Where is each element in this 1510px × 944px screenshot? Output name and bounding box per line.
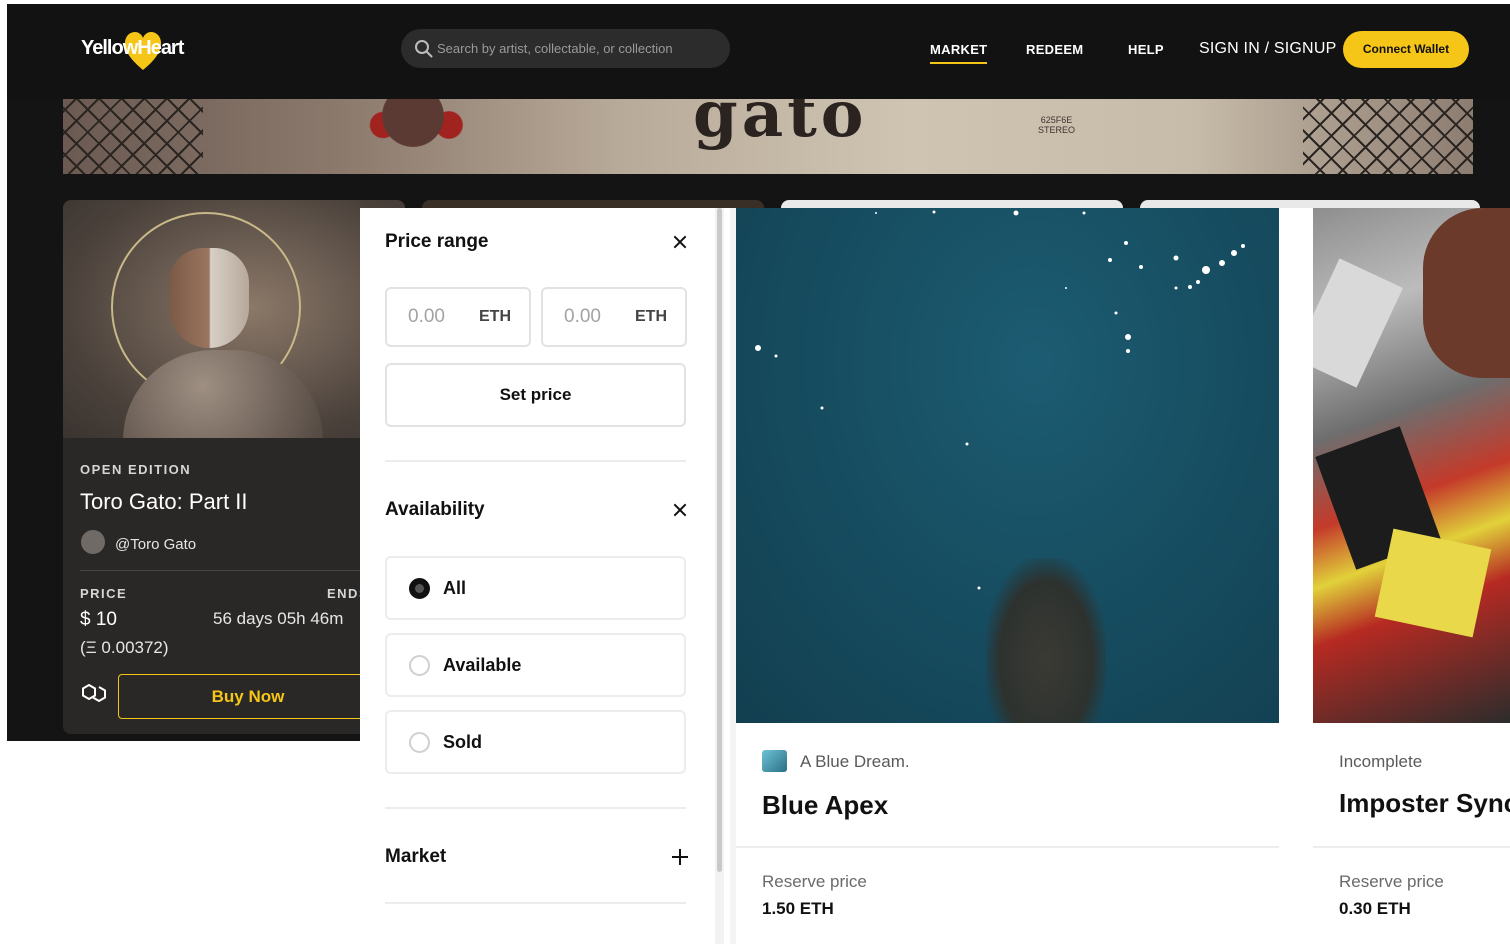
- nft-card-imposter-sync[interactable]: Incomplete Imposter Sync Reserve price 0…: [1313, 208, 1510, 944]
- search-icon: [415, 40, 433, 58]
- price-range-title: Price range: [385, 231, 489, 252]
- price-eth: (Ξ 0.00372): [80, 638, 169, 657]
- collage-shape: [1313, 258, 1403, 388]
- submerged-rock: [986, 558, 1106, 723]
- banner-label: 625F6E STEREO: [1038, 115, 1075, 135]
- sign-in-link[interactable]: SIGN IN / SIGNUP: [1199, 40, 1336, 58]
- artist-name[interactable]: @Toro Gato: [115, 536, 196, 553]
- min-price-value: 0.00: [408, 306, 445, 327]
- nft-title[interactable]: Toro Gato: Part II: [80, 489, 248, 515]
- artist-avatar[interactable]: [81, 530, 105, 554]
- banner-label-line2: STEREO: [1038, 125, 1076, 135]
- filter-scrollbar[interactable]: [715, 208, 724, 944]
- divider: [80, 570, 390, 571]
- option-label: Sold: [443, 732, 482, 752]
- banner-label-line1: 625F6E: [1040, 115, 1073, 125]
- edition-label: OPEN EDITION: [80, 462, 192, 477]
- close-icon[interactable]: [673, 235, 687, 249]
- availability-option-all[interactable]: All: [385, 556, 686, 620]
- market-title[interactable]: Market: [385, 846, 446, 868]
- availability-title: Availability: [385, 499, 485, 520]
- nft-title[interactable]: Imposter Sync: [1339, 788, 1510, 819]
- reserve-price-label: Reserve price: [1339, 872, 1444, 891]
- radio-selected-icon[interactable]: [409, 578, 430, 599]
- artwork-portrait: [169, 248, 249, 348]
- reserve-price-value: 1.50 ETH: [762, 899, 834, 918]
- logo-text: YellowHeart: [81, 37, 184, 59]
- filter-panel: Price range 0.00 ETH 0.00 ETH Set price …: [360, 208, 710, 944]
- card-divider: [736, 846, 1279, 848]
- max-price-unit: ETH: [635, 308, 667, 325]
- top-navigation-bar: YellowHeart Search by artist, collectabl…: [7, 4, 1510, 99]
- fence-pattern-left: [63, 99, 203, 174]
- banner-title: gato: [693, 99, 868, 152]
- nft-title[interactable]: Blue Apex: [762, 790, 888, 821]
- buy-now-button[interactable]: Buy Now: [118, 674, 378, 719]
- time-remaining: 56 days 05h 46m: [213, 609, 344, 628]
- price-value: $ 10: [80, 609, 117, 630]
- option-label: Available: [443, 655, 522, 675]
- polygon-icon: [82, 683, 106, 703]
- nav-help[interactable]: HELP: [1128, 42, 1164, 57]
- collection-banner[interactable]: gato 625F6E STEREO: [63, 99, 1473, 174]
- section-divider: [385, 460, 686, 462]
- section-divider: [385, 807, 686, 809]
- nav-market[interactable]: MARKET: [930, 42, 988, 64]
- filter-overlay: Price range 0.00 ETH 0.00 ETH Set price …: [360, 208, 1510, 944]
- nft-card-blue-apex[interactable]: A Blue Dream. Blue Apex Reserve price 1.…: [736, 208, 1279, 944]
- search-input[interactable]: Search by artist, collectable, or collec…: [401, 29, 730, 68]
- fence-pattern-right: [1303, 99, 1473, 174]
- availability-option-sold[interactable]: Sold: [385, 710, 686, 774]
- expand-plus-icon[interactable]: [672, 849, 688, 865]
- collage-shape: [1423, 208, 1510, 378]
- nft-media: [1313, 208, 1510, 723]
- featured-nft-card[interactable]: OPEN EDITION Toro Gato: Part II @Toro Ga…: [63, 200, 405, 734]
- connect-wallet-button[interactable]: Connect Wallet: [1343, 31, 1469, 68]
- max-price-value: 0.00: [564, 306, 601, 327]
- nft-artwork: [63, 200, 405, 470]
- yellowheart-logo[interactable]: YellowHeart: [81, 28, 201, 76]
- option-label: All: [443, 578, 467, 598]
- nft-media: [736, 208, 1279, 723]
- availability-option-available[interactable]: Available: [385, 633, 686, 697]
- min-price-unit: ETH: [479, 308, 511, 325]
- search-placeholder: Search by artist, collectable, or collec…: [437, 41, 673, 56]
- radio-icon[interactable]: [409, 732, 430, 753]
- scrollbar-thumb[interactable]: [717, 208, 722, 872]
- creator-avatar: [762, 750, 787, 772]
- reserve-price-label: Reserve price: [762, 872, 867, 891]
- close-icon[interactable]: [673, 503, 687, 517]
- creator-name[interactable]: A Blue Dream.: [800, 752, 910, 772]
- card-divider: [1313, 846, 1510, 848]
- section-divider: [385, 902, 686, 904]
- creator-name[interactable]: Incomplete: [1339, 752, 1422, 772]
- nav-redeem[interactable]: REDEEM: [1026, 42, 1083, 57]
- set-price-button[interactable]: Set price: [385, 363, 686, 427]
- min-price-field[interactable]: 0.00 ETH: [385, 287, 531, 347]
- max-price-field[interactable]: 0.00 ETH: [541, 287, 687, 347]
- radio-icon[interactable]: [409, 655, 430, 676]
- price-label: PRICE: [80, 586, 128, 601]
- collage-shape: [1374, 528, 1492, 638]
- banner-figure: [353, 99, 473, 174]
- reserve-price-value: 0.30 ETH: [1339, 899, 1411, 918]
